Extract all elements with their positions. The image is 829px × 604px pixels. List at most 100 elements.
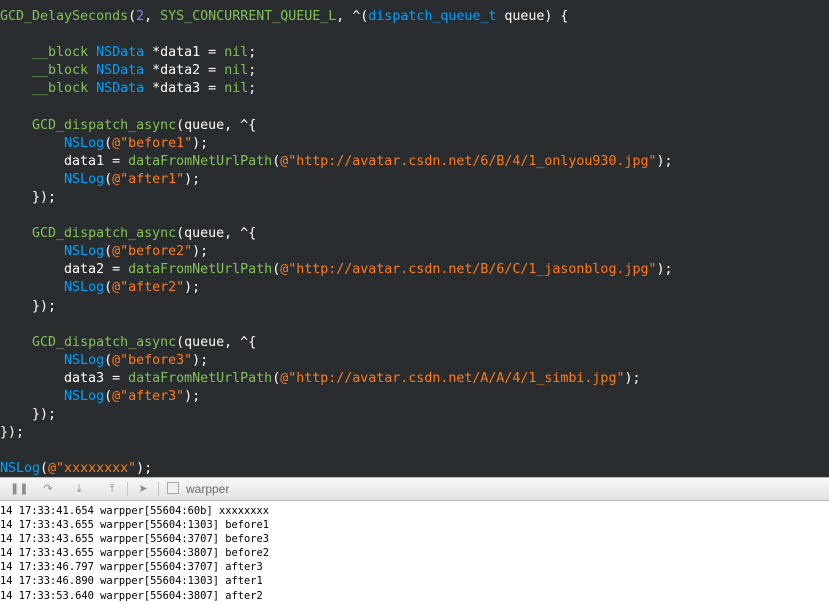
toolbar-divider (158, 482, 159, 496)
code-token: NSData (96, 63, 145, 79)
code-token: SYS_CONCURRENT_QUEUE_L (160, 9, 337, 24)
code-token: , (144, 9, 161, 24)
code-token: @"after3" (112, 388, 185, 404)
code-token: NSData (96, 81, 145, 97)
code-token: }); (0, 425, 25, 441)
code-token: ); (184, 388, 201, 404)
code-token: data2 = (0, 262, 129, 278)
code-token: }); (0, 298, 57, 314)
code-line: NSLog(@"xxxxxxxx"); (0, 460, 673, 477)
step-into-icon[interactable]: ⤓ (72, 482, 86, 496)
code-token: nil (224, 63, 249, 79)
console-line: 14 17:33:46.797 warpper[55604:3707] afte… (0, 561, 263, 574)
code-line: NSLog(@"after1"); (0, 171, 673, 189)
code-token: GCD_dispatch_async (32, 226, 177, 242)
code-line: __block NSData *data3 = nil; (0, 80, 673, 98)
code-token: ); (136, 461, 153, 477)
code-token: GCD_dispatch_async (32, 117, 177, 133)
code-token: dataFromNetUrlPath (128, 153, 273, 169)
code-token: nil (224, 81, 249, 97)
code-token: ( (128, 9, 137, 24)
code-token: ); (192, 244, 209, 260)
code-token: }); (0, 407, 57, 423)
code-line: __block NSData *data2 = nil; (0, 62, 673, 80)
code-line: NSLog(@"after2"); (0, 279, 673, 297)
code-token: (queue, ^{ (176, 334, 257, 350)
code-token: *data1 = (144, 45, 225, 61)
code-token: @"after1" (112, 171, 185, 187)
code-view[interactable]: GCD_DelaySeconds(2, SYS_CONCURRENT_QUEUE… (0, 8, 673, 477)
console-line: 14 17:33:43.655 warpper[55604:3707] befo… (0, 533, 269, 546)
code-line: NSLog(@"after3"); (0, 388, 673, 406)
code-token: data1 = (0, 153, 129, 169)
target-app-icon[interactable] (167, 482, 179, 494)
console-line: 14 17:33:46.890 warpper[55604:1303] afte… (0, 575, 263, 588)
target-app-label[interactable]: warpper (186, 481, 229, 497)
code-line: }); (0, 406, 673, 424)
code-token: __block (32, 45, 89, 61)
code-token: ); (192, 352, 209, 368)
code-token: , ^( (336, 9, 369, 24)
code-token: @"http://avatar.csdn.net/6/B/4/1_onlyou9… (280, 153, 657, 169)
code-token: NSLog (64, 171, 105, 187)
location-icon[interactable]: ➤ (136, 482, 150, 496)
debug-console[interactable]: 14 17:33:41.654 warpper[55604:60b] xxxxx… (0, 502, 829, 604)
code-token: ; (248, 63, 257, 79)
code-token: ( (104, 135, 113, 151)
console-output[interactable]: 14 17:33:41.654 warpper[55604:60b] xxxxx… (0, 504, 269, 603)
console-line: 14 17:33:43.655 warpper[55604:3807] befo… (0, 547, 269, 560)
code-token: dataFromNetUrlPath (128, 262, 273, 278)
code-token: ( (104, 244, 113, 260)
code-token: ); (192, 135, 209, 151)
code-token: NSData (96, 45, 145, 61)
code-token: ; (248, 81, 257, 97)
code-line: GCD_DelaySeconds(2, SYS_CONCURRENT_QUEUE… (0, 8, 673, 26)
code-line: data2 = dataFromNetUrlPath(@"http://avat… (0, 261, 673, 279)
code-line: }); (0, 298, 673, 316)
debug-toolbar: ❚❚ ↷ ⤓ ⤒ ➤ warpper (0, 477, 829, 501)
code-line: data3 = dataFromNetUrlPath(@"http://avat… (0, 370, 673, 388)
code-token: ( (40, 461, 49, 477)
code-token: GCD_DelaySeconds (0, 9, 129, 24)
pause-icon[interactable]: ❚❚ (10, 482, 28, 496)
code-token: @"http://avatar.csdn.net/B/6/C/1_jasonbl… (280, 262, 657, 278)
code-token: (queue, ^{ (176, 117, 257, 133)
console-line: 14 17:33:41.654 warpper[55604:60b] xxxxx… (0, 505, 269, 517)
code-token: }); (0, 189, 57, 205)
code-token: @"after2" (112, 280, 185, 296)
code-token: NSLog (64, 244, 105, 260)
code-token: @"http://avatar.csdn.net/A/A/4/1_simbi.j… (280, 370, 625, 386)
code-token: NSLog (64, 135, 105, 151)
code-token: NSLog (64, 280, 105, 296)
code-token: ( (104, 388, 113, 404)
code-line: NSLog(@"before3"); (0, 352, 673, 370)
code-line: __block NSData *data1 = nil; (0, 44, 673, 62)
code-token: ( (104, 280, 113, 296)
code-line: data1 = dataFromNetUrlPath(@"http://avat… (0, 153, 672, 171)
code-token: ); (656, 262, 673, 278)
code-token: queue) { (496, 9, 569, 24)
code-editor[interactable]: GCD_DelaySeconds(2, SYS_CONCURRENT_QUEUE… (0, 0, 829, 477)
code-token: *data2 = (144, 63, 225, 79)
step-over-icon[interactable]: ↷ (41, 482, 55, 496)
code-token: (queue, ^{ (176, 226, 257, 242)
step-out-icon[interactable]: ⤒ (105, 482, 119, 496)
code-token: NSLog (64, 388, 105, 404)
code-line: GCD_dispatch_async(queue, ^{ (0, 225, 673, 243)
